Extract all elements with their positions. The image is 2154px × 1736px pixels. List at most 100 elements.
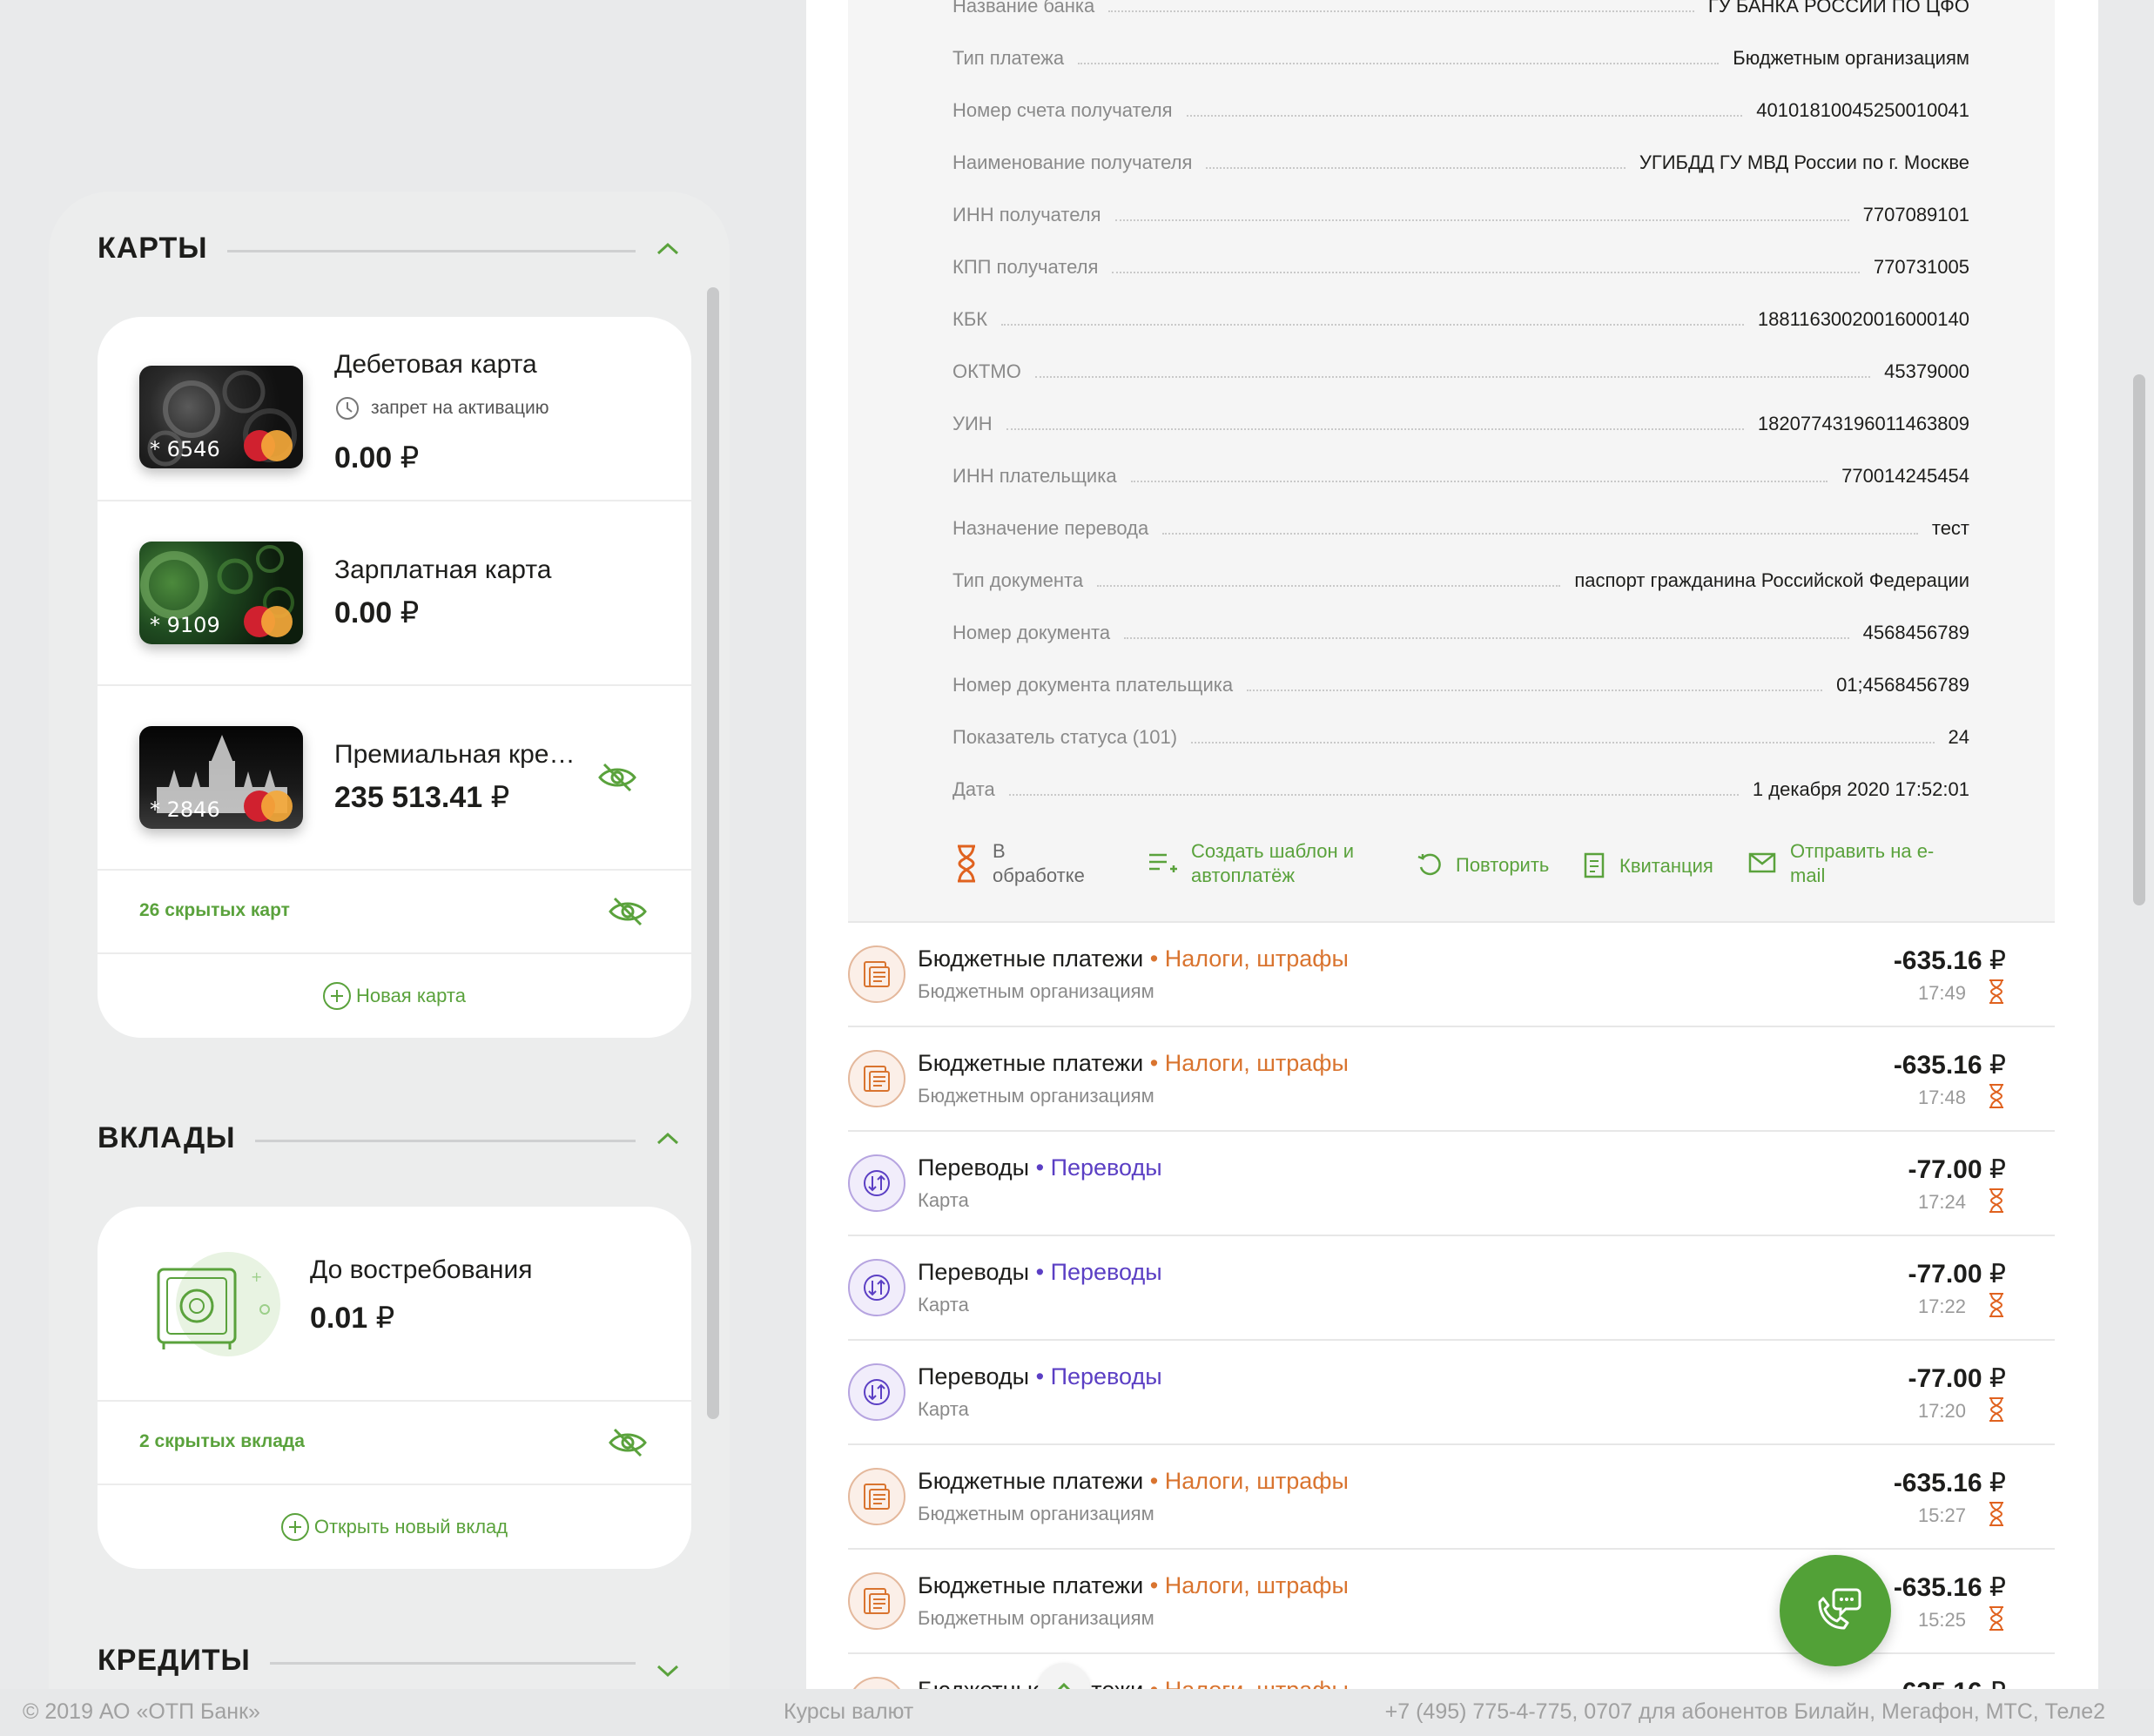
transaction-name: Бюджетные платежи — [918, 1572, 1144, 1598]
safe-icon: + — [157, 1268, 270, 1349]
page-scrollbar[interactable] — [2133, 374, 2145, 905]
transaction-category-icon — [848, 1050, 905, 1107]
repeat-icon — [1417, 853, 1441, 876]
transaction-category-icon — [848, 1154, 905, 1212]
receipt-button[interactable]: Квитанция — [1583, 851, 1713, 881]
currency-symbol: ₽ — [1989, 1260, 2006, 1289]
detail-key: КБК — [952, 308, 988, 330]
transaction-row[interactable]: Переводы • Переводы Карта -77.00 ₽17:24 — [848, 1130, 2055, 1235]
detail-value: ГУ БАНКА РОССИИ ПО ЦФО — [1707, 0, 1969, 17]
open-deposit-button[interactable]: Открыть новый вклад — [280, 1513, 508, 1541]
detail-row: Показатель статуса (101) 24 — [952, 714, 1969, 749]
transaction-subtitle: Бюджетным организациям — [918, 980, 1154, 1002]
pending-status — [1987, 1083, 2006, 1114]
repeat-button[interactable]: Повторить — [1416, 851, 1549, 879]
new-card-label: Новая карта — [356, 985, 466, 1006]
transaction-row[interactable]: Бюджетные платежи • Налоги, штрафы Бюджет… — [848, 1026, 2055, 1130]
detail-value: 4568456789 — [1862, 622, 1969, 643]
payment-details: Название банка ГУ БАНКА РОССИИ ПО ЦФО Тип … — [848, 0, 2055, 921]
hourglass-icon — [1989, 979, 2003, 1004]
deposit-amount: 0.01 — [310, 1302, 368, 1335]
hourglass-icon — [1989, 1084, 2003, 1108]
transaction-category: Переводы — [1050, 1154, 1162, 1181]
divider — [269, 1661, 636, 1665]
hidden-deposits-row[interactable]: 2 скрытых вклада — [98, 1402, 691, 1485]
card-item[interactable]: * 9109 Зарплатная карта 0.00 ₽ — [98, 501, 691, 686]
detail-key: Наименование получателя — [952, 151, 1193, 173]
card-image: * 9109 — [139, 542, 303, 644]
amount-value: -77.00 — [1908, 1260, 1982, 1289]
credits-section-header[interactable]: КРЕДИТЫ — [98, 1637, 681, 1684]
detail-key: Назначение перевода — [952, 517, 1149, 539]
card-item[interactable]: * 6546 Дебетовая карта запрет на активац… — [98, 317, 691, 501]
hourglass-icon — [1989, 1293, 2003, 1317]
hourglass-icon — [1989, 1188, 2003, 1213]
chevron-down-icon[interactable] — [655, 1658, 681, 1684]
transaction-title: Бюджетные платежи • Налоги, штрафы — [918, 945, 1349, 972]
chevron-up-icon[interactable] — [655, 236, 681, 262]
exchange-rates-link[interactable]: Курсы валют — [784, 1699, 913, 1725]
transaction-row[interactable]: Бюджетные платежи • Налоги, штрафы Бюджет… — [848, 921, 2055, 1026]
transaction-amount: -77.00 ₽ — [1908, 1259, 2006, 1289]
budget-payment-icon — [864, 1066, 890, 1092]
deposit-name: До востребования — [310, 1255, 533, 1284]
sidebar-scrollbar[interactable] — [707, 287, 719, 1419]
detail-row: Тип документа паспорт гражданина Российск… — [952, 557, 1969, 592]
footer: © 2019 АО «ОТП Банк» Курсы валют +7 (495… — [0, 1689, 2154, 1736]
detail-value: 45379000 — [1884, 360, 1969, 382]
card-item[interactable]: * 2846 Премиальная кре… 235 513.41 ₽ — [98, 686, 691, 871]
transaction-name: Бюджетные платежи — [918, 1468, 1144, 1494]
send-email-button[interactable]: Отправить на e-mail — [1748, 839, 1955, 888]
detail-value: 18207743196011463809 — [1757, 413, 1969, 434]
detail-key: ИНН получателя — [952, 204, 1101, 225]
support-chat-button[interactable] — [1780, 1555, 1891, 1666]
transaction-row[interactable]: Переводы • Переводы Карта -77.00 ₽17:22 — [848, 1235, 2055, 1339]
detail-row: Назначение перевода тест — [952, 505, 1969, 540]
pending-status — [1987, 1501, 2006, 1531]
hidden-cards-row[interactable]: 26 скрытых карт — [98, 871, 691, 954]
transaction-category: Налоги, штрафы — [1164, 945, 1349, 972]
eye-off-icon[interactable] — [608, 895, 648, 928]
status-indicator: В обработке — [952, 839, 1097, 888]
cards-section-title: КАРТЫ — [98, 232, 208, 265]
card-balance: 235 513.41 ₽ — [334, 780, 509, 815]
detail-row: Номер документа плательщика 01;4568456789 — [952, 662, 1969, 696]
transaction-amount: -77.00 ₽ — [1908, 1154, 2006, 1185]
credits-section-title: КРЕДИТЫ — [98, 1643, 251, 1677]
currency-symbol: ₽ — [400, 441, 420, 474]
card-number: * 6546 — [150, 437, 220, 461]
svg-text:+: + — [251, 1268, 262, 1285]
detail-key: Номер документа — [952, 622, 1111, 643]
transaction-category: Налоги, штрафы — [1164, 1572, 1349, 1598]
amount-value: -77.00 — [1908, 1155, 1982, 1184]
detail-value: УГИБДД ГУ МВД России по г. Москве — [1639, 151, 1969, 173]
dotted-leader — [1001, 324, 1744, 326]
detail-row: КПП получателя 770731005 — [952, 244, 1969, 279]
deposit-item[interactable]: + До востребования 0.01 ₽ — [98, 1207, 691, 1402]
detail-value: 770014245454 — [1841, 465, 1969, 487]
transaction-row[interactable]: Переводы • Переводы Карта -77.00 ₽17:20 — [848, 1339, 2055, 1443]
detail-value: 40101810045250010041 — [1756, 99, 1969, 121]
dotted-leader — [1114, 219, 1849, 221]
cards-section-header[interactable]: КАРТЫ — [98, 232, 681, 266]
card-status-text: запрет на активацию — [371, 398, 549, 418]
transaction-subtitle: Карта — [918, 1398, 969, 1420]
deposits-section-header[interactable]: ВКЛАДЫ — [98, 1121, 681, 1155]
transaction-title: Переводы • Переводы — [918, 1154, 1162, 1181]
new-card-button[interactable]: Новая карта — [323, 982, 466, 1010]
card-amount: 0.00 — [334, 441, 393, 474]
transaction-row[interactable]: Бюджетные платежи • Налоги, штрафы Бюджет… — [848, 1443, 2055, 1548]
create-template-button[interactable]: Создать шаблон и автоплатёж — [1148, 839, 1374, 888]
chevron-up-icon[interactable] — [655, 1126, 681, 1152]
copyright: © 2019 АО «ОТП Банк» — [23, 1699, 260, 1724]
transaction-time: 17:20 — [1917, 1400, 1966, 1422]
transaction-subtitle: Бюджетным организациям — [918, 1085, 1154, 1107]
detail-value: тест — [1931, 517, 1969, 539]
eye-off-icon[interactable] — [597, 761, 637, 794]
detail-value: паспорт гражданина Российской Федерации — [1574, 569, 1969, 591]
card-name: Дебетовая карта — [334, 350, 537, 379]
eye-off-icon[interactable] — [608, 1426, 648, 1459]
pending-status — [1987, 1605, 2006, 1636]
deposit-balance: 0.01 ₽ — [310, 1301, 394, 1336]
detail-row: Тип платежа Бюджетным организациям — [952, 35, 1969, 70]
